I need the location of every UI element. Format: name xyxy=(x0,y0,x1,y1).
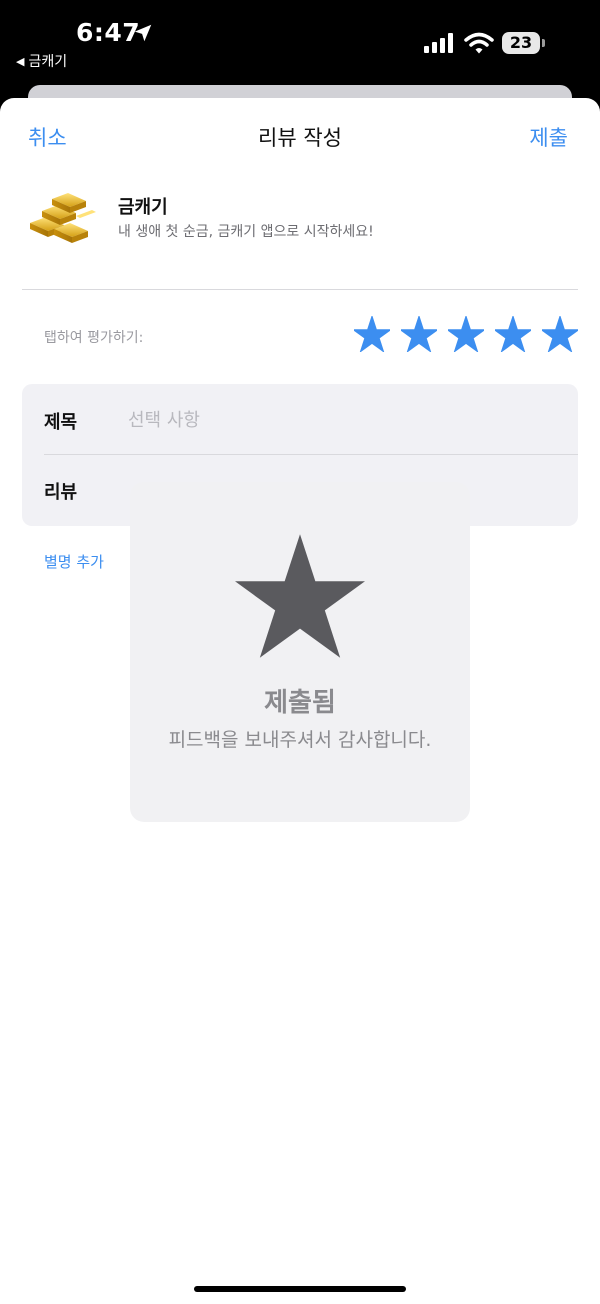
rating-star-icon[interactable] xyxy=(354,316,390,352)
back-triangle-icon: ◀ xyxy=(16,54,25,68)
nav-bar: 취소 리뷰 작성 제출 xyxy=(0,98,600,173)
app-name: 금캐기 xyxy=(118,197,168,218)
title-input[interactable]: 선택 사항 xyxy=(128,406,548,432)
star-rating[interactable] xyxy=(354,316,578,352)
hud-title: 제출됨 xyxy=(264,688,336,718)
rating-star-icon[interactable] xyxy=(401,316,437,352)
divider xyxy=(22,289,578,290)
app-info: 금캐기 내 생애 첫 순금, 금캐기 앱으로 시작하세요! xyxy=(0,183,600,253)
rating-star-icon[interactable] xyxy=(495,316,531,352)
location-arrow-icon xyxy=(134,24,152,42)
app-subtitle: 내 생애 첫 순금, 금캐기 앱으로 시작하세요! xyxy=(118,224,374,240)
back-app-label: 금캐기 xyxy=(28,54,68,70)
back-to-app-button[interactable]: ◀ 금캐기 xyxy=(16,51,67,71)
rating-star-icon[interactable] xyxy=(542,316,578,352)
clock: 6:47 xyxy=(76,18,141,47)
submit-button[interactable]: 제출 xyxy=(529,122,568,152)
battery-nub xyxy=(542,39,545,47)
title-label: 제목 xyxy=(44,412,78,433)
home-indicator[interactable] xyxy=(194,1286,406,1292)
rating-star-icon[interactable] xyxy=(448,316,484,352)
star-icon xyxy=(235,534,365,658)
review-label: 리뷰 xyxy=(44,482,78,503)
battery-level: 23 xyxy=(509,33,533,52)
hud-message: 피드백을 보내주셔서 감사합니다. xyxy=(168,729,432,751)
page-title: 리뷰 작성 xyxy=(258,126,342,150)
battery-indicator: 23 xyxy=(502,32,546,54)
submitted-hud: 제출됨 피드백을 보내주셔서 감사합니다. xyxy=(130,482,470,822)
cellular-signal-icon xyxy=(424,33,453,53)
status-bar: 6:47 ◀ 금캐기 23 xyxy=(0,0,600,80)
rating-label: 탭하여 평가하기: xyxy=(44,330,144,346)
form-divider xyxy=(44,454,578,455)
add-nickname-link[interactable]: 별명 추가 xyxy=(44,551,104,572)
wifi-icon xyxy=(464,32,494,54)
gold-bars-icon xyxy=(30,193,96,243)
